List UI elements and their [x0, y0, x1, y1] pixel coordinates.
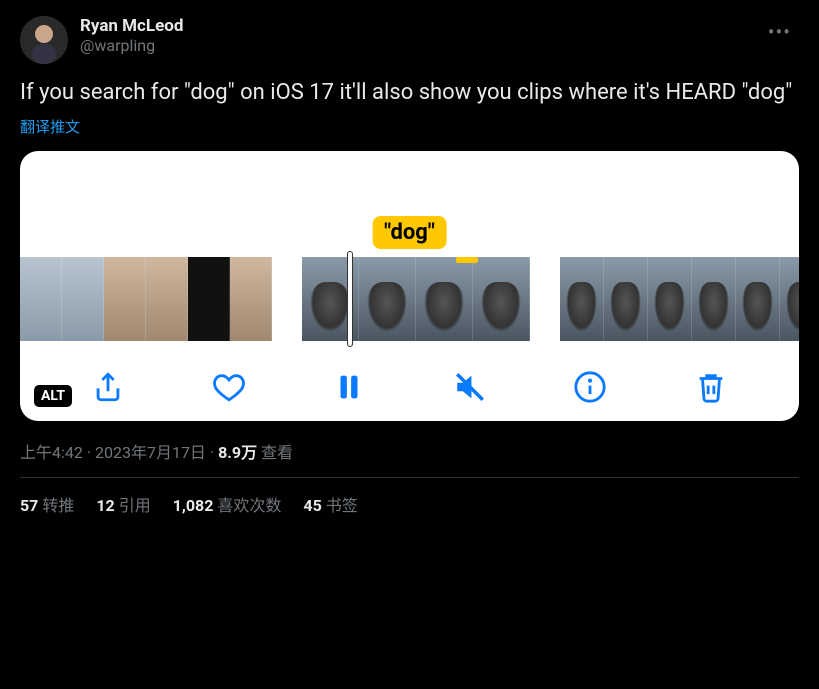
tweet-stats: 57转推 12引用 1,082喜欢次数 45书签 — [20, 478, 799, 516]
clip-thumbnail — [230, 257, 272, 341]
clip-thumbnail — [62, 257, 104, 341]
clip-thumbnail — [188, 257, 230, 341]
clip-group[interactable] — [20, 257, 272, 341]
tweet-header: Ryan McLeod @warpling ••• — [20, 16, 799, 64]
translate-link[interactable]: 翻译推文 — [20, 116, 80, 137]
video-timeline[interactable] — [20, 243, 799, 351]
clip-thumbnail — [473, 257, 530, 341]
media-top: "dog" — [20, 151, 799, 243]
tweet-text: If you search for "dog" on iOS 17 it'll … — [20, 78, 799, 108]
user-handle: @warpling — [80, 36, 748, 55]
tweet-meta[interactable]: 上午4:42 · 2023年7月17日 · 8.9万 查看 — [20, 439, 799, 463]
user-info[interactable]: Ryan McLeod @warpling — [80, 16, 748, 56]
clip-thumbnail — [560, 257, 604, 341]
clip-thumbnail — [146, 257, 188, 341]
tweet-date: 2023年7月17日 — [95, 443, 206, 462]
likes-stat[interactable]: 1,082喜欢次数 — [173, 492, 282, 516]
retweets-stat[interactable]: 57转推 — [20, 492, 74, 516]
clip-thumbnail — [648, 257, 692, 341]
views-label: 查看 — [257, 443, 293, 462]
clip-group[interactable] — [560, 257, 799, 341]
alt-badge[interactable]: ALT — [34, 385, 72, 407]
clip-thumbnail — [104, 257, 146, 341]
clip-thumbnail — [692, 257, 736, 341]
clip-thumbnail — [604, 257, 648, 341]
video-controls — [20, 351, 799, 409]
pause-icon[interactable] — [331, 369, 367, 405]
avatar[interactable] — [20, 16, 68, 64]
playhead-indicator[interactable] — [347, 251, 353, 347]
trash-icon[interactable] — [693, 369, 729, 405]
clip-thumbnail — [416, 257, 473, 341]
clip-thumbnail — [20, 257, 62, 341]
quotes-stat[interactable]: 12引用 — [96, 492, 150, 516]
mute-icon[interactable] — [452, 369, 488, 405]
bookmarks-stat[interactable]: 45书签 — [303, 492, 357, 516]
clip-thumbnail — [736, 257, 780, 341]
info-icon[interactable] — [572, 369, 608, 405]
display-name: Ryan McLeod — [80, 16, 748, 36]
clip-thumbnail — [780, 257, 799, 341]
clip-group[interactable] — [302, 257, 530, 341]
media-attachment[interactable]: "dog" — [20, 151, 799, 421]
share-icon[interactable] — [90, 369, 126, 405]
tweet-container: Ryan McLeod @warpling ••• If you search … — [0, 0, 819, 528]
heart-icon[interactable] — [211, 369, 247, 405]
search-caption-pill: "dog" — [372, 216, 447, 249]
tweet-time: 上午4:42 — [20, 443, 83, 462]
clip-thumbnail — [359, 257, 416, 341]
more-icon[interactable]: ••• — [760, 16, 799, 48]
caption-marker — [456, 257, 478, 263]
views-count: 8.9万 — [218, 443, 257, 462]
